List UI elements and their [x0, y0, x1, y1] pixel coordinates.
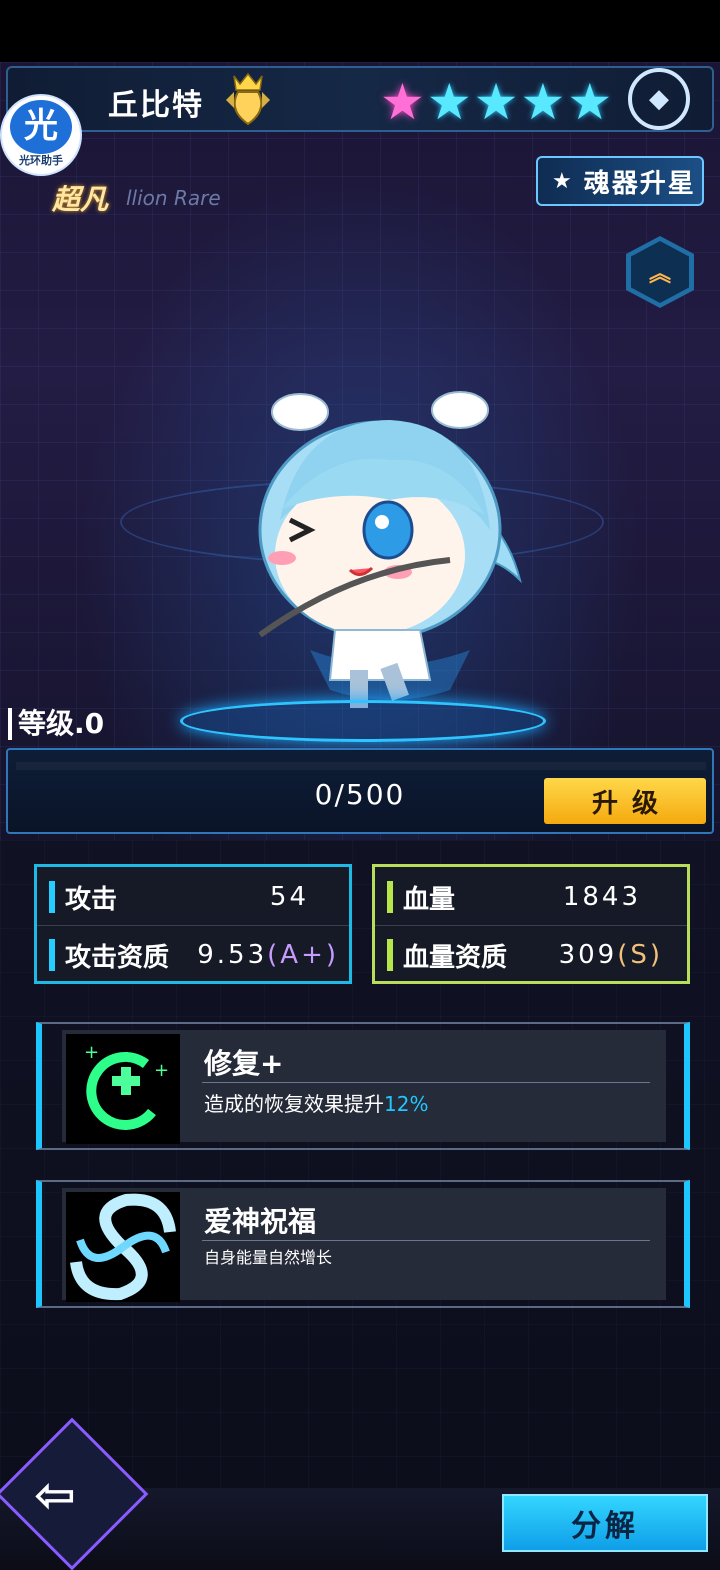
attack-stats-box: 攻击 54 攻击资质 9.53(A+) — [34, 864, 352, 984]
skill-divider — [202, 1240, 650, 1241]
attack-quality-value: 9.53(A+) — [197, 940, 339, 970]
svg-text:+: + — [154, 1060, 169, 1081]
skill-name: 爱神祝福 — [204, 1205, 317, 1238]
swirl-vortex-icon — [66, 1192, 180, 1302]
hp-grade: (S) — [617, 940, 663, 970]
helper-logo-icon: 光 — [10, 100, 72, 154]
decompose-button[interactable]: 分解 — [502, 1494, 708, 1552]
attack-label: 攻击 — [65, 884, 118, 915]
stat-marker — [387, 939, 393, 971]
skill-description: 自身能量自然增长 — [204, 1248, 333, 1267]
helper-label: 光环助手 — [19, 154, 63, 167]
attack-grade: (A+) — [267, 940, 339, 970]
status-bar — [0, 0, 720, 62]
hero-platform — [180, 700, 546, 742]
hp-quality-value: 309(S) — [558, 940, 663, 970]
soul-upstar-button[interactable]: ★ 魂器升星 — [536, 156, 704, 206]
attack-row: 攻击 54 — [37, 869, 349, 926]
stat-marker — [49, 939, 55, 971]
upgrade-button[interactable]: 升级 — [544, 778, 706, 824]
hp-row: 血量 1843 — [375, 869, 687, 926]
star-icon: ★ — [520, 73, 566, 131]
star-rating: ★ ★ ★ ★ ★ — [380, 76, 612, 128]
star-icon: ★ — [380, 73, 425, 131]
heal-plus-icon: + + — [66, 1034, 180, 1144]
hero-character — [258, 391, 522, 708]
attack-quality-row: 攻击资质 9.53(A+) — [37, 927, 349, 983]
back-arrow-icon: ⇦ — [34, 1466, 76, 1524]
hp-value: 1843 — [562, 882, 641, 912]
stat-marker — [49, 881, 55, 913]
hp-quality-label: 血量资质 — [403, 942, 508, 973]
star-icon: ★ — [552, 168, 572, 194]
skill-value-highlight: 12% — [384, 1092, 429, 1116]
element-ring-button[interactable]: ◆ — [628, 68, 690, 130]
xp-progress-bar — [16, 762, 706, 770]
xp-value: 0/500 — [314, 778, 406, 811]
hp-stats-box: 血量 1843 血量资质 309(S) — [372, 864, 690, 984]
skill-name: 修复+ — [204, 1047, 284, 1080]
double-chevron-up-icon: ︽ — [631, 241, 689, 303]
helper-app-badge[interactable]: 光 光环助手 — [2, 96, 80, 174]
star-icon: ★ — [426, 73, 472, 131]
attack-quality-label: 攻击资质 — [65, 942, 170, 973]
hero-name: 丘比特 — [108, 88, 204, 123]
skill-description: 造成的恢复效果提升12% — [204, 1092, 429, 1116]
hp-quality-row: 血量资质 309(S) — [375, 927, 687, 983]
star-icon: ★ — [473, 73, 519, 131]
skill-card[interactable]: 爱神祝福 自身能量自然增长 — [36, 1180, 690, 1308]
hp-label: 血量 — [403, 884, 456, 915]
star-icon: ★ — [567, 73, 613, 131]
skill-divider — [202, 1082, 650, 1083]
soul-upstar-label: 魂器升星 — [583, 168, 696, 199]
skill-card[interactable]: + + 修复+ 造成的恢复效果提升12% — [36, 1022, 690, 1150]
attack-value: 54 — [269, 882, 309, 912]
rarity-label: 超凡 — [52, 183, 109, 216]
stat-marker — [387, 881, 393, 913]
rarity-label-en: llion Rare — [126, 186, 221, 210]
svg-text:+: + — [84, 1042, 99, 1063]
level-label: 等级.0 — [8, 708, 104, 740]
element-icon: ◆ — [649, 84, 669, 114]
rarity-medal-icon — [226, 72, 270, 126]
